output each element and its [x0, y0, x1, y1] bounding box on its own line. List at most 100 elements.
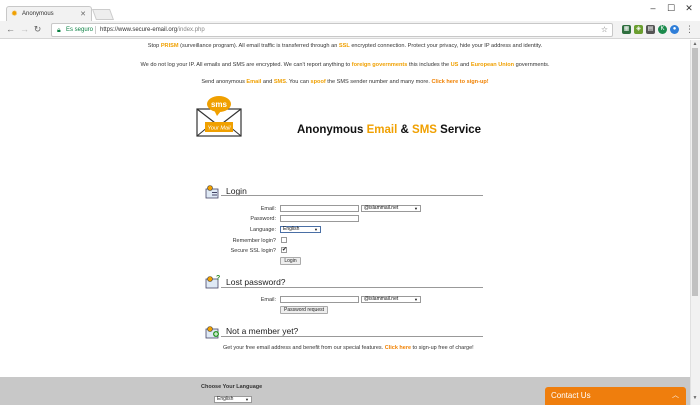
svg-text:?: ? — [216, 275, 220, 282]
chevron-down-icon: ▼ — [414, 206, 418, 211]
extension-icon[interactable]: K — [658, 25, 667, 34]
browser-tab[interactable]: ✹ Anonymous ✕ — [6, 6, 92, 21]
language-label: Language: — [250, 227, 276, 233]
url-text: https://www.secure-email.org/index.php — [100, 24, 205, 36]
title-sms: SMS — [412, 124, 437, 136]
back-icon[interactable]: ← — [5, 24, 16, 35]
extension-icon[interactable]: ◈ — [634, 25, 643, 34]
scroll-down-icon[interactable]: ▼ — [691, 395, 699, 403]
scrollbar-thumb[interactable] — [692, 48, 698, 296]
new-tab-button[interactable] — [91, 9, 115, 20]
notice-text: . You can — [285, 79, 311, 85]
notice-text: the SMS sender number and many more. — [325, 79, 432, 85]
lost-domain-value: @islammail.net — [364, 296, 399, 302]
lost-email-field[interactable] — [280, 296, 359, 303]
title-part: Service — [436, 124, 482, 136]
url-path: /index.php — [177, 27, 205, 33]
address-bar[interactable]: 🔒︎ Es seguro https://www.secure-email.or… — [51, 23, 613, 37]
chevron-down-icon: ▼ — [245, 397, 249, 402]
tab-title: Anonymous — [22, 11, 54, 17]
signup-title: Not a member yet? — [226, 326, 299, 336]
close-window-icon[interactable]: ✕ — [682, 2, 696, 14]
address-separator — [95, 26, 96, 34]
signup-text-part: Get your free email address and benefit … — [223, 345, 385, 351]
login-email-field[interactable] — [280, 205, 359, 212]
email-label: Email: — [260, 206, 276, 212]
remember-login-checkbox[interactable] — [281, 237, 287, 243]
window-titlebar: ✹ Anonymous ✕ – ☐ ✕ — [0, 0, 700, 21]
lost-password-title: Lost password? — [226, 277, 286, 287]
login-password-field[interactable] — [280, 215, 359, 222]
bookmark-star-icon[interactable]: ☆ — [601, 24, 608, 36]
menu-icon[interactable]: ⋮ — [684, 24, 695, 35]
spoof-link[interactable]: spoof — [311, 79, 326, 85]
ssl-link[interactable]: SSL — [339, 43, 350, 49]
signup-link[interactable]: Click here to sign-up! — [431, 79, 488, 85]
service-title: Anonymous Email & SMS Service — [297, 124, 481, 136]
remember-label: Remember login? — [232, 238, 276, 244]
footer-language-title: Choose Your Language — [201, 384, 263, 390]
chevron-up-icon: ︿ — [672, 392, 679, 399]
title-part: Anonymous — [297, 124, 367, 136]
password-request-button[interactable]: Password request — [280, 306, 328, 314]
reload-icon[interactable]: ↻ — [32, 24, 43, 35]
signup-text: Get your free email address and benefit … — [223, 345, 474, 351]
notice-text: Send anonymous — [201, 79, 247, 85]
forward-icon[interactable]: → — [19, 24, 30, 35]
footer-language-select[interactable]: English ▼ — [214, 396, 252, 403]
login-domain-value: @islammail.net — [364, 205, 399, 211]
ssl-label: Secure SSL login? — [230, 248, 276, 254]
signup-click-here-link[interactable]: Click here — [385, 345, 411, 351]
minimize-icon[interactable]: – — [646, 2, 660, 14]
footer-language-value: English — [217, 396, 234, 402]
foreign-governments-link[interactable]: foreign governments — [352, 62, 408, 68]
password-label: Password: — [250, 216, 276, 222]
notice-text: We do not log your IP. All emails and SM… — [140, 62, 352, 68]
add-member-icon — [205, 326, 219, 339]
login-user-icon — [205, 185, 219, 199]
login-language-value: English — [283, 226, 300, 232]
title-part: & — [397, 124, 413, 136]
tab-close-icon[interactable]: ✕ — [80, 10, 86, 18]
eu-link[interactable]: European Union — [471, 62, 514, 68]
notice-text: governments. — [514, 62, 550, 68]
lost-password-divider — [221, 287, 483, 288]
login-language-select[interactable]: English ▼ — [280, 226, 321, 233]
login-divider — [221, 195, 483, 196]
browser-toolbar: ← → ↻ 🔒︎ Es seguro https://www.secure-em… — [0, 21, 700, 39]
prism-link[interactable]: PRISM — [161, 43, 179, 49]
notice-text: and — [261, 79, 274, 85]
notice-text: this includes the — [407, 62, 451, 68]
extension-icon[interactable]: ▦ — [622, 25, 631, 34]
lost-domain-select[interactable]: @islammail.net ▼ — [361, 296, 421, 303]
notice-text: (surveillance program). All email traffi… — [178, 43, 339, 49]
logo-mail-text: Your Mail — [208, 126, 232, 132]
login-button[interactable]: Login — [280, 257, 301, 265]
notice-text: encrypted connection. Protect your priva… — [349, 43, 543, 49]
title-email: Email — [366, 124, 398, 136]
extension-icon[interactable]: ▤ — [646, 25, 655, 34]
site-favicon-icon: ✹ — [11, 9, 18, 18]
maximize-icon[interactable]: ☐ — [664, 2, 678, 14]
url-base: https://www.secure-email.org — [100, 27, 178, 33]
extension-icon[interactable]: ● — [670, 25, 679, 34]
notice-text: and — [458, 62, 471, 68]
email-link[interactable]: Email — [246, 79, 261, 85]
sms-link[interactable]: SMS — [274, 79, 286, 85]
signup-divider — [221, 336, 483, 337]
envelope-sms-logo: sms Your Mail — [196, 96, 242, 137]
contact-us-button[interactable]: Contact Us ︿ — [545, 387, 686, 405]
lost-password-icon: ? — [205, 275, 220, 289]
notice-text: Stop — [147, 43, 161, 49]
notice-logging: We do not log your IP. All emails and SM… — [0, 62, 690, 68]
chevron-down-icon: ▼ — [314, 227, 318, 232]
lost-email-label: Email: — [260, 297, 276, 303]
secure-label: Es seguro — [66, 27, 94, 33]
secure-ssl-checkbox[interactable]: ✔ — [281, 247, 287, 253]
login-domain-select[interactable]: @islammail.net ▼ — [361, 205, 421, 212]
chevron-down-icon: ▼ — [414, 297, 418, 302]
notice-sms: Send anonymous Email and SMS. You can sp… — [0, 79, 690, 85]
logo-sms-text: sms — [211, 100, 228, 109]
signup-text-part: to sign-up free of charge! — [411, 345, 474, 351]
notice-prism: Stop PRISM (surveillance program). All e… — [0, 43, 690, 49]
